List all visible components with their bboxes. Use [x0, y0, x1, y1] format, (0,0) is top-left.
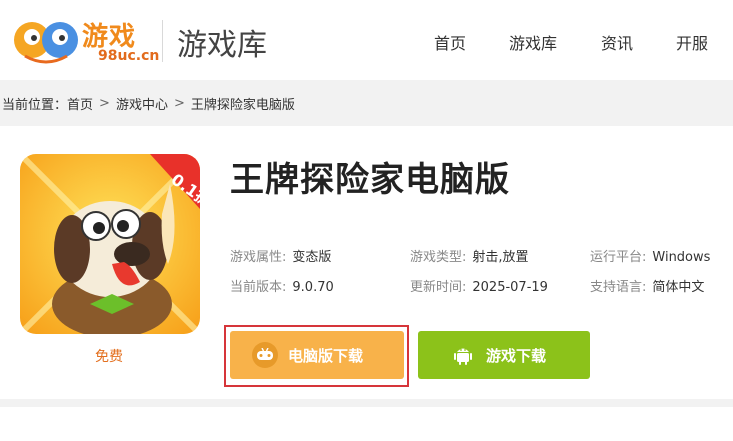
- nav-server-open[interactable]: 开服: [676, 30, 708, 54]
- info-value: 2025-07-19: [472, 280, 548, 295]
- info-value: 9.0.70: [292, 280, 334, 295]
- header-divider: [162, 20, 163, 62]
- breadcrumb: 当前位置： 首页 > 游戏中心 > 王牌探险家电脑版: [2, 94, 295, 113]
- info-row: 游戏属性: 变态版 游戏类型: 射击,放置 运行平台: Windows: [230, 246, 730, 276]
- logo-mark-icon: [14, 22, 78, 64]
- info-language: 支持语言: 简体中文: [590, 276, 704, 295]
- android-icon: [450, 342, 476, 368]
- site-header: 游戏 98uc.cn 游戏库 首页 游戏库 资讯 开服: [0, 0, 733, 80]
- price-label: 免费: [95, 349, 123, 365]
- game-title: 王牌探险家电脑版: [230, 160, 510, 200]
- next-section: [0, 407, 733, 441]
- site-logo[interactable]: 游戏 98uc.cn: [10, 10, 159, 70]
- info-value: 射击,放置: [472, 250, 529, 265]
- breadcrumb-current: 王牌探险家电脑版: [190, 98, 295, 113]
- breadcrumb-game-center[interactable]: 游戏中心: [116, 94, 168, 113]
- info-value: Windows: [652, 250, 711, 265]
- info-key: 游戏属性:: [230, 250, 287, 265]
- breadcrumb-separator: >: [99, 96, 110, 111]
- info-attribute: 游戏属性: 变态版: [230, 246, 331, 265]
- breadcrumb-separator: >: [173, 96, 185, 111]
- logo-domain: 98uc.cn: [98, 48, 160, 64]
- info-platform: 运行平台: Windows: [590, 246, 710, 265]
- info-genre: 游戏类型: 射击,放置: [410, 246, 529, 265]
- info-key: 更新时间:: [410, 280, 467, 295]
- game-art-icon: 0.1折: [20, 154, 200, 334]
- info-key: 当前版本:: [230, 280, 287, 295]
- info-value: 变态版: [292, 250, 332, 265]
- main-nav: 首页 游戏库 资讯 开服: [417, 30, 708, 54]
- breadcrumb-home[interactable]: 首页: [67, 94, 93, 113]
- info-key: 运行平台:: [590, 250, 647, 265]
- info-version: 当前版本: 9.0.70: [230, 276, 334, 295]
- game-info-grid: 游戏属性: 变态版 游戏类型: 射击,放置 运行平台: Windows 当前版本: 9.…: [230, 246, 730, 306]
- game-download-label: 游戏下载: [486, 346, 547, 365]
- info-key: 支持语言:: [590, 280, 647, 295]
- info-row: 当前版本: 9.0.70 更新时间: 2025-07-19 支持语言: 简体中文: [230, 276, 730, 306]
- game-download-button[interactable]: 游戏下载: [418, 331, 590, 379]
- breadcrumb-prefix: 当前位置：: [2, 98, 68, 113]
- info-key: 游戏类型:: [410, 250, 467, 265]
- nav-home[interactable]: 首页: [434, 30, 466, 54]
- nav-news[interactable]: 资讯: [601, 30, 633, 54]
- info-value: 简体中文: [652, 280, 705, 295]
- game-detail-card: 0.1折 免费 王牌探险家电脑版 游戏属性: 变态版 游戏类型: 射击,放置 运…: [0, 126, 733, 399]
- nav-game-library[interactable]: 游戏库: [509, 30, 557, 54]
- info-update-time: 更新时间: 2025-07-19: [410, 276, 548, 295]
- game-icon-image[interactable]: 0.1折: [20, 154, 200, 334]
- section-title: 游戏库: [177, 28, 267, 63]
- selection-highlight: [224, 325, 409, 387]
